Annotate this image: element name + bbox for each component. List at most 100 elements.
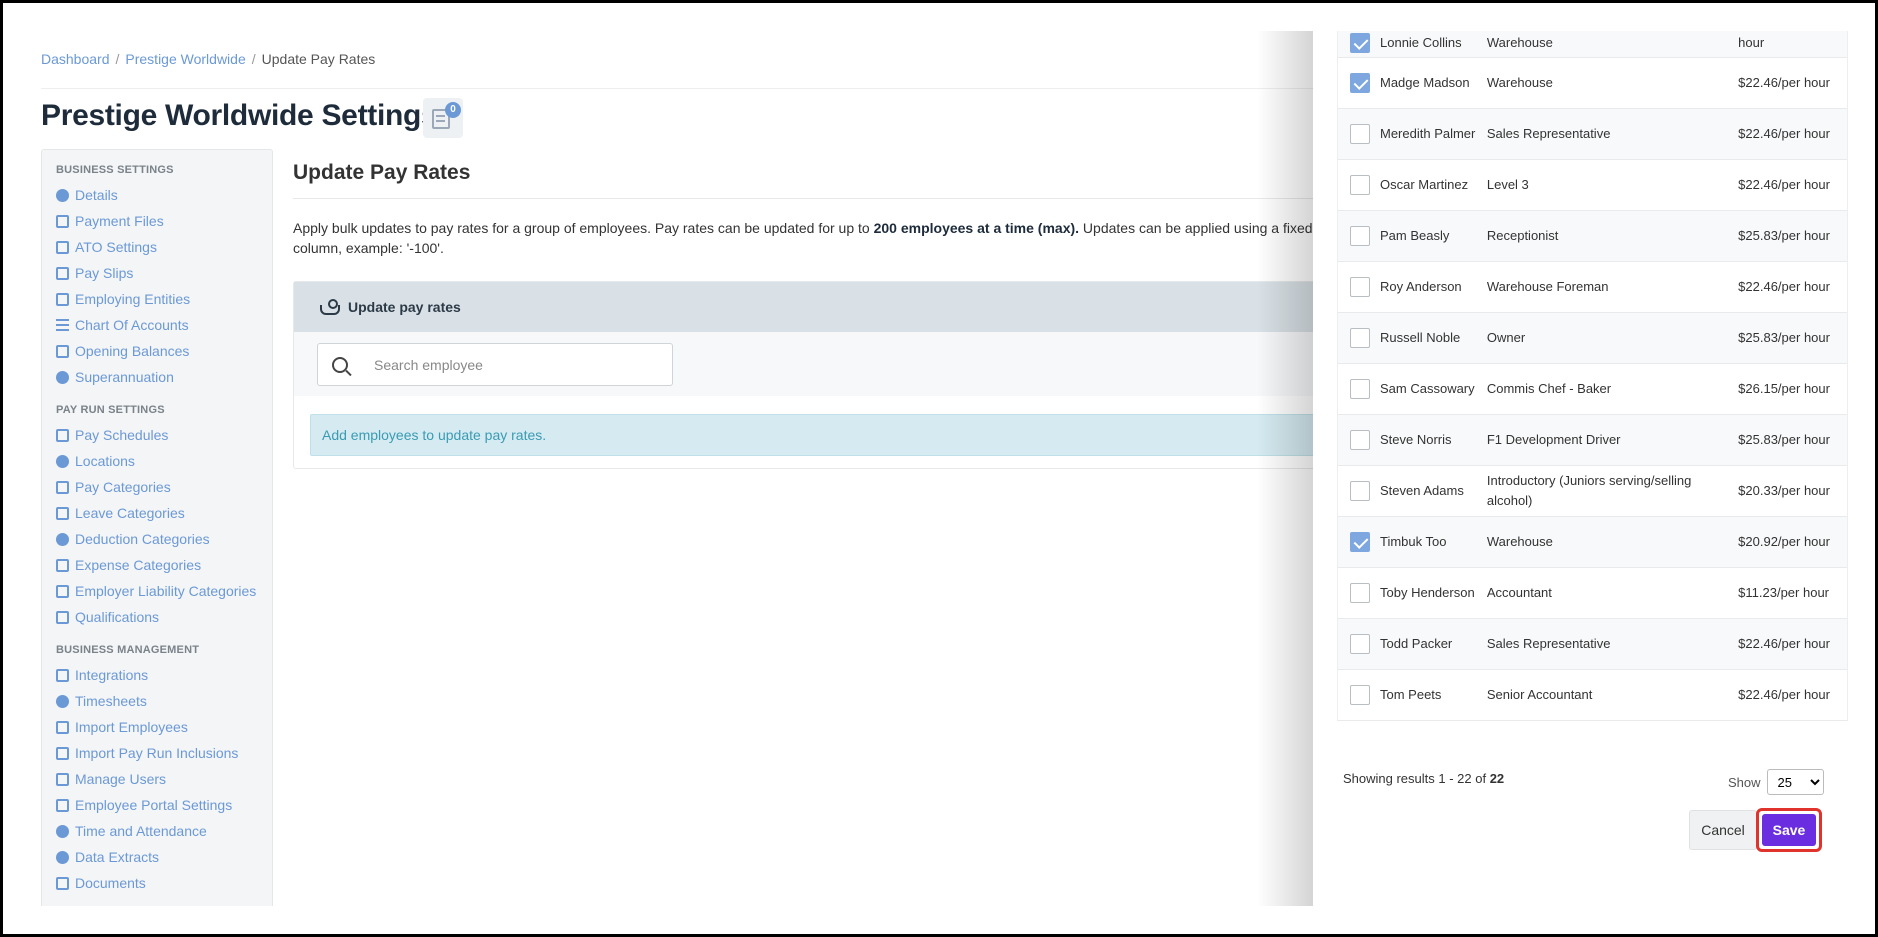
file-icon <box>56 266 69 280</box>
sidebar-item-time-and-attendance[interactable]: Time and Attendance <box>56 818 258 844</box>
sidebar-item-manage-users[interactable]: Manage Users <box>56 766 258 792</box>
sidebar-item-pay-categories[interactable]: Pay Categories <box>56 474 258 500</box>
save-button[interactable]: Save <box>1762 814 1816 846</box>
sidebar-item-employee-portal-settings[interactable]: Employee Portal Settings <box>56 792 258 818</box>
sidebar-item-expense-categories[interactable]: Expense Categories <box>56 552 258 578</box>
employee-checkbox[interactable] <box>1350 481 1370 501</box>
employee-pay-rate: $22.46/per hour <box>1738 126 1830 141</box>
plane-icon <box>56 506 69 520</box>
sidebar-item-ato-settings[interactable]: ATO Settings <box>56 234 258 260</box>
employee-checkbox[interactable] <box>1350 532 1370 552</box>
employee-checkbox[interactable] <box>1350 685 1370 705</box>
breadcrumb-separator: / <box>115 51 120 67</box>
sidebar-item-integrations[interactable]: Integrations <box>56 662 258 688</box>
table-row: Sam Cassowary Commis Chef - Baker $26.15/p… <box>1338 364 1847 415</box>
employee-pay-rate: $22.46/per hour <box>1738 636 1830 651</box>
refresh-icon <box>56 746 69 760</box>
breadcrumb-dashboard[interactable]: Dashboard <box>41 51 110 67</box>
employee-checkbox[interactable] <box>1350 73 1370 93</box>
employee-position: Warehouse <box>1486 35 1553 50</box>
scales-icon <box>56 240 69 254</box>
cancel-button[interactable]: Cancel <box>1689 810 1757 850</box>
search-employee-input[interactable] <box>374 356 654 373</box>
sidebar-item-timesheets[interactable]: Timesheets <box>56 688 258 714</box>
money-icon <box>56 480 69 494</box>
bank-icon <box>56 292 69 306</box>
notes-button[interactable]: 0 <box>423 98 463 138</box>
employee-position: Warehouse <box>1486 534 1553 549</box>
page-size-select[interactable]: 25 <box>1766 769 1824 795</box>
check-icon <box>56 610 69 624</box>
table-row: Lonnie Collins Warehouse hour <box>1338 31 1847 58</box>
sidebar-item-label: Time and Attendance <box>75 823 207 839</box>
gear-icon <box>56 188 69 202</box>
sidebar-item-leave-categories[interactable]: Leave Categories <box>56 500 258 526</box>
table-row: Roy Anderson Warehouse Foreman $22.46/per … <box>1338 262 1847 313</box>
folder-icon <box>56 876 69 890</box>
cloud-download-icon <box>56 850 69 864</box>
sidebar-item-label: Import Pay Run Inclusions <box>75 745 239 761</box>
leaf-icon <box>56 344 69 358</box>
employee-position: Accountant <box>1486 585 1552 600</box>
sidebar-item-details[interactable]: Details <box>56 182 258 208</box>
sidebar-item-label: Employee Portal Settings <box>75 797 233 813</box>
employee-checkbox[interactable] <box>1350 583 1370 603</box>
divider <box>41 88 1341 89</box>
sidebar-heading: PAY RUN SETTINGS <box>56 404 165 416</box>
sidebar-item-data-extracts[interactable]: Data Extracts <box>56 844 258 870</box>
sidebar-item-import-pay-run-inclusions[interactable]: Import Pay Run Inclusions <box>56 740 258 766</box>
sidebar-item-deduction-categories[interactable]: Deduction Categories <box>56 526 258 552</box>
employee-checkbox[interactable] <box>1350 634 1370 654</box>
sidebar-item-pay-slips[interactable]: Pay Slips <box>56 260 258 286</box>
employee-position: Senior Accountant <box>1486 687 1593 702</box>
floppy-icon <box>56 214 69 228</box>
sidebar-item-label: Pay Categories <box>75 479 171 495</box>
employee-checkbox[interactable] <box>1350 175 1370 195</box>
employee-pay-rate: $25.83/per hour <box>1738 330 1830 345</box>
employee-pay-rate: $20.33/per hour <box>1738 483 1830 498</box>
employee-checkbox[interactable] <box>1350 226 1370 246</box>
sidebar-item-label: Payment Files <box>75 213 164 229</box>
employee-checkbox[interactable] <box>1350 124 1370 144</box>
intro-text: Apply bulk updates to pay rates for a gr… <box>293 218 1353 258</box>
sidebar-item-label: Details <box>75 187 118 203</box>
sidebar-item-employing-entities[interactable]: Employing Entities <box>56 286 258 312</box>
results-total: 22 <box>1489 771 1505 786</box>
employee-name: Sam Cassowary <box>1380 381 1475 396</box>
employee-checkbox[interactable] <box>1350 379 1370 399</box>
sidebar-item-import-employees[interactable]: Import Employees <box>56 714 258 740</box>
sidebar-item-label: Employer Liability Categories <box>75 583 257 599</box>
sidebar-item-label: Employing Entities <box>75 291 191 307</box>
breadcrumb-prestige-worldwide[interactable]: Prestige Worldwide <box>125 51 245 67</box>
sidebar-item-opening-balances[interactable]: Opening Balances <box>56 338 258 364</box>
sidebar-item-label: Pay Schedules <box>75 427 169 443</box>
sidebar-heading: BUSINESS SETTINGS <box>56 164 174 176</box>
page-size: Show 25 <box>1728 769 1824 795</box>
employee-name: Oscar Martinez <box>1380 177 1469 192</box>
sidebar-item-chart-of-accounts[interactable]: Chart Of Accounts <box>56 312 258 338</box>
results-summary: Showing results 1 - 22 of 22 <box>1343 771 1504 786</box>
sidebar-item-label: Leave Categories <box>75 505 185 521</box>
sidebar-item-documents[interactable]: Documents <box>56 870 258 896</box>
sidebar-item-employer-liability-categories[interactable]: Employer Liability Categories <box>56 578 258 604</box>
sidebar-item-label: Superannuation <box>75 369 174 385</box>
list-icon <box>56 318 69 332</box>
employee-checkbox[interactable] <box>1350 430 1370 450</box>
panel-header: Update pay rates <box>294 282 1352 332</box>
employee-checkbox[interactable] <box>1350 328 1370 348</box>
employee-name: Toby Henderson <box>1380 585 1475 600</box>
table-row: Russell Noble Owner $25.83/per hour <box>1338 313 1847 364</box>
employee-select-drawer: Lonnie Collins Warehouse hour Madge Madson W… <box>1313 31 1875 906</box>
employee-checkbox[interactable] <box>1350 277 1370 297</box>
show-label: Show <box>1728 774 1761 790</box>
table-row: Steve Norris F1 Development Driver $25.83/… <box>1338 415 1847 466</box>
wand-icon <box>56 798 69 812</box>
app: Dashboard / Prestige Worldwide / Update … <box>3 31 1875 906</box>
sidebar-item-qualifications[interactable]: Qualifications <box>56 604 258 630</box>
sidebar-item-label: Pay Slips <box>75 265 134 281</box>
sidebar-item-locations[interactable]: Locations <box>56 448 258 474</box>
sidebar-item-payment-files[interactable]: Payment Files <box>56 208 258 234</box>
sidebar-item-pay-schedules[interactable]: Pay Schedules <box>56 422 258 448</box>
employee-checkbox[interactable] <box>1350 33 1370 53</box>
sidebar-item-superannuation[interactable]: Superannuation <box>56 364 258 390</box>
